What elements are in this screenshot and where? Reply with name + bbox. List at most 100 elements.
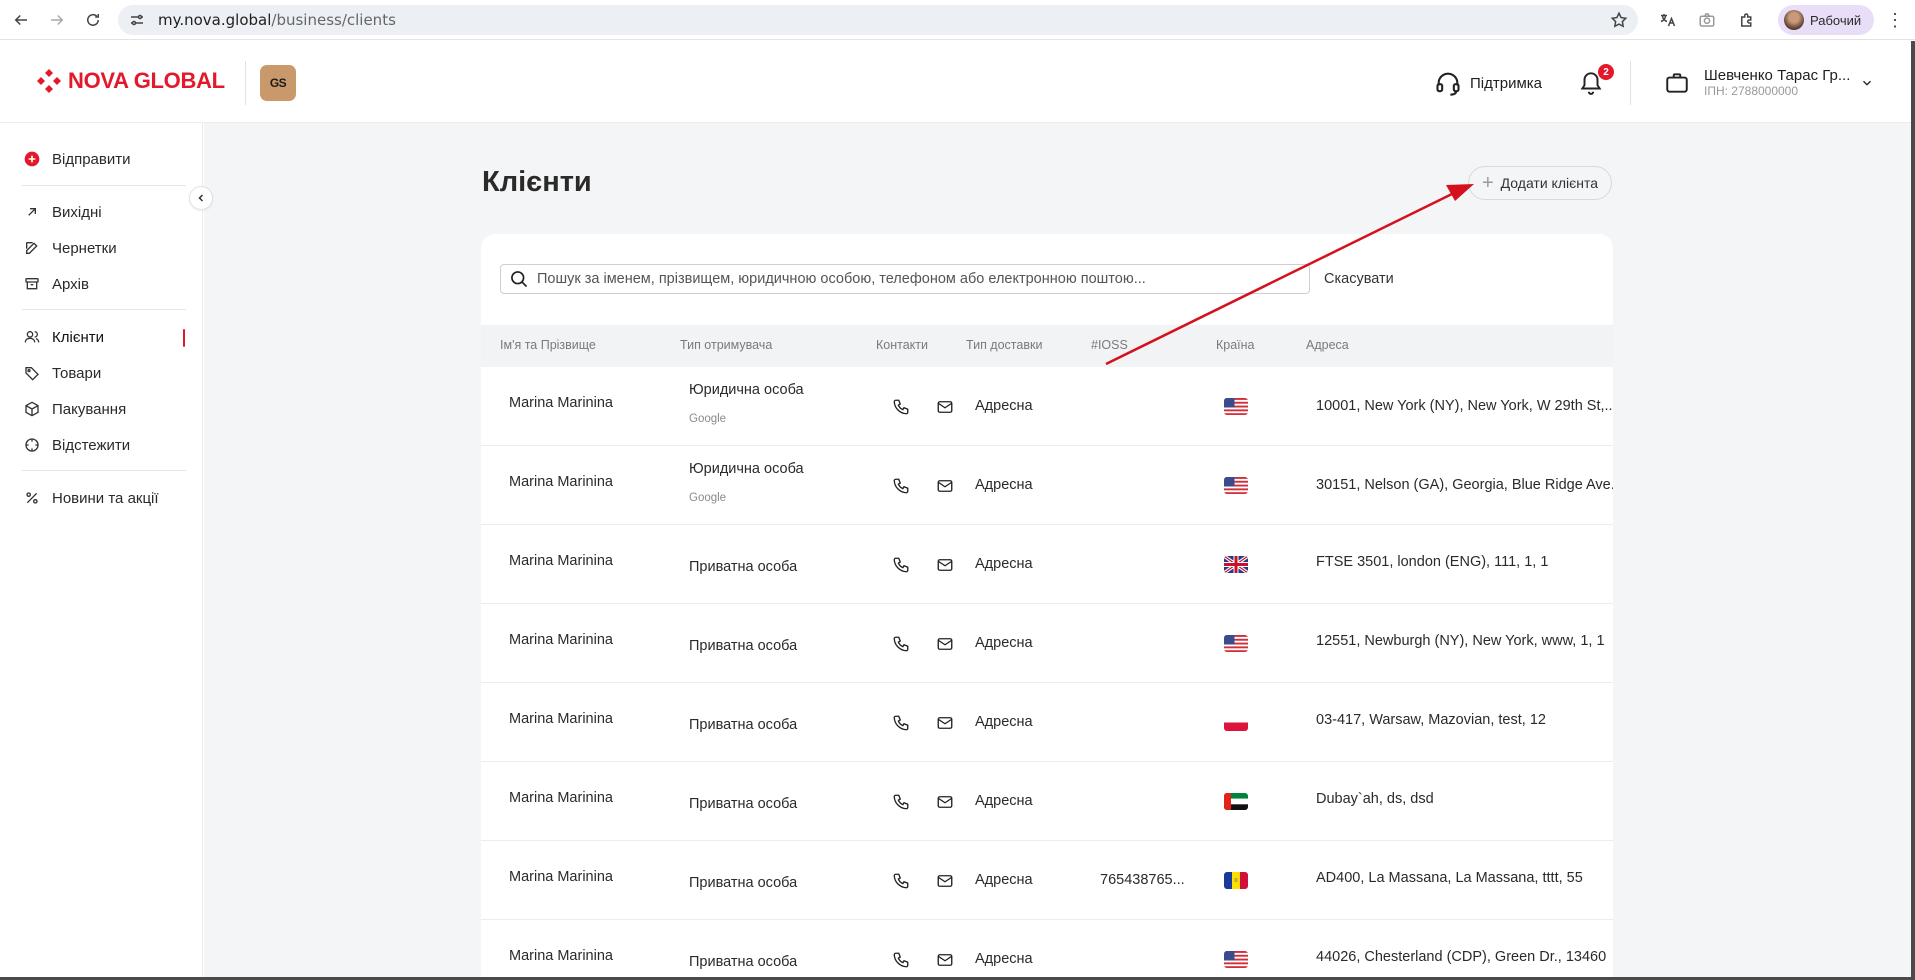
sidebar-item-archive[interactable]: Архів (24, 272, 89, 296)
sidebar-item-outgoing[interactable]: Вихідні (24, 200, 102, 224)
add-client-label: Додати клієнта (1500, 175, 1599, 191)
column-header-delivery-type[interactable]: Тип доставки (966, 338, 1042, 352)
client-address: 30151, Nelson (GA), Georgia, Blue Ridge … (1316, 477, 1613, 493)
sidebar-collapse-button[interactable] (189, 186, 213, 210)
table-row[interactable]: Marina Marinina Приватна особа Адресна F… (481, 525, 1613, 604)
bookmark-star-icon[interactable] (1610, 11, 1628, 29)
extensions-bar (1652, 5, 1762, 35)
delivery-type: Адресна (975, 398, 1033, 414)
delivery-type: Адресна (975, 635, 1033, 651)
mail-icon[interactable] (936, 398, 954, 416)
client-name: Marina Marinina (509, 395, 613, 411)
account-menu[interactable]: Шевченко Тарас Гр... ІПН: 2788000000 (1664, 67, 1874, 98)
site-settings-icon[interactable] (128, 11, 146, 29)
arrow-up-right-icon (28, 208, 36, 216)
sidebar-item-packaging[interactable]: Пакування (24, 397, 126, 421)
column-header-country[interactable]: Країна (1216, 338, 1255, 352)
table-row[interactable]: Marina Marinina Приватна особа Адресна D… (481, 762, 1613, 841)
mail-icon[interactable] (936, 477, 954, 495)
sidebar-item-label: Вихідні (52, 203, 102, 221)
mail-icon[interactable] (936, 635, 954, 653)
mail-icon[interactable] (936, 714, 954, 732)
client-name: Marina Marinina (509, 711, 613, 727)
sidebar-item-goods[interactable]: Товари (24, 361, 101, 385)
client-address: 44026, Chesterland (CDP), Green Dr., 134… (1316, 949, 1607, 965)
browser-menu-icon[interactable]: ⋮ (1885, 10, 1905, 30)
client-address: 03-417, Warsaw, Mazovian, test, 12 (1316, 712, 1546, 728)
support-link[interactable]: Підтримка (1434, 69, 1542, 97)
extensions-puzzle-icon[interactable] (1732, 5, 1762, 35)
phone-icon[interactable] (892, 556, 910, 574)
recipient-type: Приватна особа (689, 559, 798, 575)
add-client-button[interactable]: + Додати клієнта (1468, 166, 1612, 200)
mail-icon[interactable] (936, 793, 954, 811)
table-row[interactable]: Marina Marinina Юридична особа Google Ад… (481, 367, 1613, 446)
client-address: Dubay`ah, ds, dsd (1316, 791, 1434, 807)
support-label: Підтримка (1470, 74, 1543, 92)
sidebar-item-label: Новини та акції (52, 489, 159, 507)
profile-label: Рабочий (1810, 12, 1862, 28)
sidebar-item-news[interactable]: Новини та акції (24, 486, 159, 510)
nova-global-logo[interactable]: NOVA GLOBAL (36, 68, 225, 94)
sidebar-item-clients[interactable]: Клієнти (24, 325, 104, 349)
sidebar-item-drafts[interactable]: Чернетки (24, 236, 117, 260)
company-badge[interactable]: GS (260, 65, 296, 101)
us-flag-icon (1224, 635, 1248, 652)
client-address: 10001, New York (NY), New York, W 29th S… (1316, 398, 1613, 414)
client-name: Marina Marinina (509, 790, 613, 806)
mail-icon[interactable] (936, 556, 954, 574)
chevron-down-icon (1863, 80, 1872, 86)
column-header-ioss[interactable]: #IOSS (1091, 338, 1128, 352)
table-row[interactable]: Marina Marinina Приватна особа Адресна 7… (481, 841, 1613, 920)
edit-icon (26, 242, 38, 254)
account-inn: ІПН: 2788000000 (1704, 84, 1799, 98)
phone-icon[interactable] (892, 477, 910, 495)
ioss-number: 765438765... (1100, 872, 1185, 888)
page-title: Клієнти (482, 166, 592, 198)
phone-icon[interactable] (892, 872, 910, 890)
back-icon[interactable] (6, 5, 36, 35)
active-indicator (183, 329, 185, 347)
phone-icon[interactable] (892, 793, 910, 811)
mail-icon[interactable] (936, 951, 954, 969)
column-header-name[interactable]: Ім'я та Прізвище (500, 338, 596, 352)
phone-icon[interactable] (892, 398, 910, 416)
table-row[interactable]: Marina Marinina Приватна особа Адресна 0… (481, 683, 1613, 762)
column-header-address[interactable]: Адреса (1306, 338, 1349, 352)
phone-icon[interactable] (892, 714, 910, 732)
mail-icon[interactable] (936, 872, 954, 890)
ad-flag-icon (1224, 872, 1248, 889)
phone-icon[interactable] (892, 635, 910, 653)
client-address: 12551, Newburgh (NY), New York, www, 1, … (1316, 633, 1605, 649)
users-icon (24, 331, 40, 343)
table-row[interactable]: Marina Marinina Приватна особа Адресна 1… (481, 604, 1613, 683)
delivery-type: Адресна (975, 793, 1033, 809)
recipient-type: Юридична особа (689, 461, 804, 477)
delivery-type: Адресна (975, 477, 1033, 493)
sidebar-item-label: Відправити (52, 150, 131, 168)
sidebar-item-label: Чернетки (52, 239, 117, 257)
reload-icon[interactable] (78, 5, 108, 35)
search-input[interactable] (537, 271, 1297, 287)
sidebar-item-send[interactable]: Відправити (24, 147, 131, 171)
table-row[interactable]: Marina Marinina Приватна особа Адресна 4… (481, 920, 1613, 980)
phone-icon[interactable] (892, 951, 910, 969)
client-address: FTSE 3501, london (ENG), 111, 1, 1 (1316, 554, 1549, 570)
camera-extension-icon[interactable] (1692, 5, 1722, 35)
sidebar-item-track[interactable]: Відстежити (24, 433, 130, 457)
translate-extension-icon[interactable] (1652, 5, 1682, 35)
forward-icon[interactable] (42, 5, 72, 35)
sidebar-divider (22, 309, 186, 310)
column-header-recipient-type[interactable]: Тип отримувача (680, 338, 772, 352)
logo-text: NOVA GLOBAL (68, 68, 225, 93)
chevron-left-icon (198, 194, 204, 202)
gb-flag-icon (1224, 556, 1248, 573)
cancel-search-button[interactable]: Скасувати (1324, 271, 1394, 287)
search-box[interactable] (500, 264, 1310, 294)
browser-profile-button[interactable]: Рабочий (1778, 5, 1874, 35)
table-row[interactable]: Marina Marinina Юридична особа Google Ад… (481, 446, 1613, 525)
column-header-contacts[interactable]: Контакти (876, 338, 928, 352)
profile-avatar (1784, 10, 1804, 30)
address-bar[interactable]: my.nova.global/business/clients (118, 5, 1638, 35)
header-divider (1630, 61, 1631, 105)
